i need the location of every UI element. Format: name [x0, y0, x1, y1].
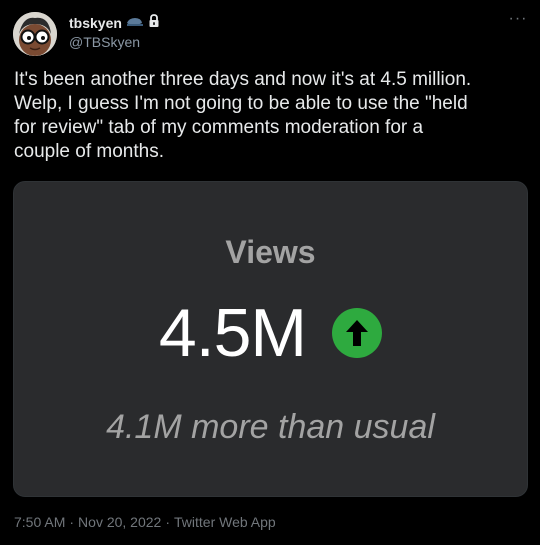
- tweet-time-link[interactable]: 7:50 AM: [14, 514, 65, 530]
- tweet-date-link[interactable]: Nov 20, 2022: [78, 514, 161, 530]
- display-name[interactable]: tbskyen: [69, 15, 122, 31]
- views-value: 4.5M: [158, 295, 307, 371]
- meta-separator: ·: [165, 514, 171, 530]
- tweet-text: It's been another three days and now it'…: [14, 69, 472, 162]
- tweet-metadata: 7:50 AM · Nov 20, 2022 · Twitter Web App: [14, 514, 276, 530]
- user-names: tbskyen @TBSkyen: [69, 13, 160, 50]
- lock-icon: [148, 13, 160, 33]
- tweet-source-link[interactable]: Twitter Web App: [174, 514, 276, 530]
- views-label: Views: [225, 234, 316, 270]
- views-value-row: 4.5M: [14, 294, 527, 372]
- cartoon-face-icon: [13, 12, 57, 56]
- avatar[interactable]: [13, 12, 57, 56]
- views-comparison-text: 4.1M more than usual: [106, 408, 435, 446]
- user-handle[interactable]: @TBSkyen: [69, 34, 160, 50]
- tweet-media-image[interactable]: Views 4.5M 4.1M more than usual: [13, 181, 528, 497]
- whale-emoji-icon: [126, 14, 144, 32]
- arrow-up-icon: [332, 308, 383, 358]
- tweet-header: tbskyen @TBSkyen ···: [13, 11, 528, 56]
- more-options-button[interactable]: ···: [508, 11, 528, 32]
- meta-separator: ·: [69, 514, 75, 530]
